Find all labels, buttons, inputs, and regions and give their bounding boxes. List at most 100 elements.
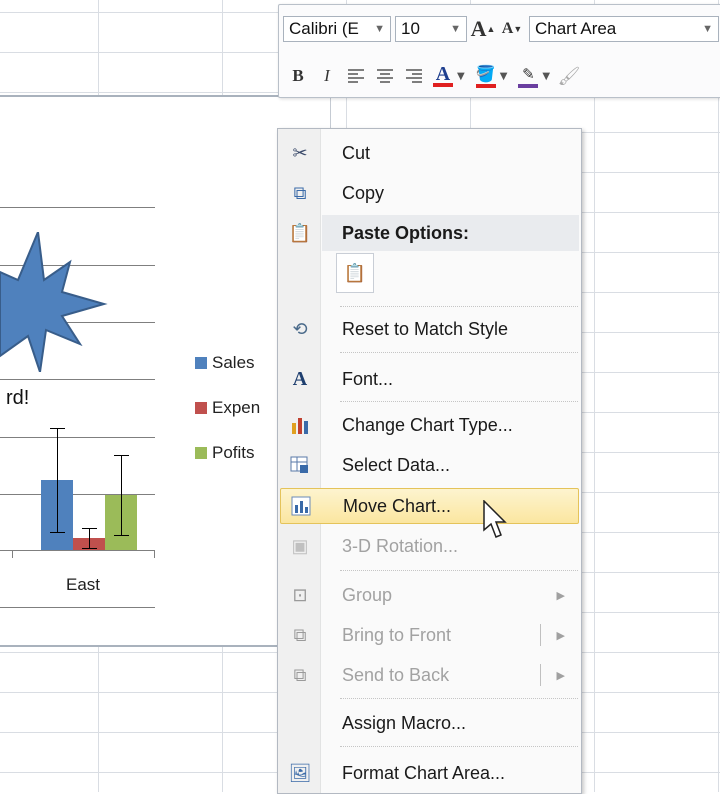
reset-style-icon: ⟲: [292, 318, 308, 339]
shrink-font-icon: A: [501, 20, 514, 37]
axis-tick: [12, 550, 13, 558]
outline-color-button[interactable]: ✎: [515, 63, 541, 89]
chevron-down-icon: ▼: [450, 23, 461, 35]
shrink-font-button[interactable]: A ▼: [499, 16, 525, 42]
error-bar: [89, 528, 90, 548]
mouse-cursor-icon: [483, 500, 507, 538]
menu-separator: [340, 401, 578, 402]
format-chart-area-icon: 🖼: [288, 762, 312, 783]
chart-elements-combo[interactable]: Chart Area ▼: [529, 16, 719, 42]
menu-item-cut[interactable]: ✂ Cut: [280, 135, 579, 171]
move-chart-icon: [281, 496, 321, 516]
menu-item-label: 3-D Rotation...: [342, 535, 459, 556]
split-divider: [540, 624, 541, 646]
menu-item-group[interactable]: ⊡ Group ▶: [280, 577, 579, 613]
menu-item-format-chart-area[interactable]: 🖼 Format Chart Area...: [280, 755, 579, 791]
font-color-button[interactable]: A: [430, 63, 456, 89]
chevron-down-icon[interactable]: ▼: [457, 71, 465, 82]
clipboard-icon: 📋: [343, 262, 367, 284]
font-name-value: Calibri (E: [289, 19, 359, 38]
fill-color-button[interactable]: 🪣: [473, 63, 499, 89]
submenu-arrow-icon: ▶: [556, 629, 565, 642]
error-bar-cap: [82, 548, 97, 549]
legend-swatch: [195, 357, 207, 369]
align-right-button[interactable]: [401, 63, 427, 89]
menu-item-label: Paste Options:: [342, 222, 470, 243]
font-color-icon: A: [435, 63, 451, 85]
menu-item-label: Cut: [342, 142, 371, 163]
pencil-icon: ✎: [522, 66, 535, 83]
legend-swatch: [195, 447, 207, 459]
category-label: East: [66, 575, 101, 594]
chart-element-value: Chart Area: [535, 19, 617, 38]
menu-item-reset-style[interactable]: ⟲ Reset to Match Style: [280, 311, 579, 347]
error-bar-cap: [114, 535, 129, 536]
chevron-down-icon[interactable]: ▼: [542, 71, 550, 82]
menu-item-move-chart[interactable]: Move Chart...: [280, 488, 579, 524]
paste-keep-formatting-button[interactable]: 📋: [336, 253, 374, 293]
split-divider: [540, 664, 541, 686]
menu-item-label: Change Chart Type...: [342, 414, 513, 435]
legend-swatch: [195, 402, 207, 414]
menu-item-label: Font...: [342, 368, 394, 389]
bold-button[interactable]: B: [285, 63, 311, 89]
legend-item-expenses: Expen: [195, 398, 260, 418]
menu-item-label: Assign Macro...: [342, 712, 467, 733]
menu-item-bring-to-front[interactable]: ⧉ Bring to Front ▶: [280, 617, 579, 653]
gridline: [0, 379, 155, 380]
error-bar: [57, 428, 58, 532]
chart-bottom-line: [0, 607, 155, 608]
error-bar-cap: [50, 532, 65, 533]
align-center-button[interactable]: [372, 63, 398, 89]
legend-label: Expen: [212, 398, 261, 417]
menu-item-assign-macro[interactable]: Assign Macro...: [280, 705, 579, 741]
bring-front-icon: ⧉: [293, 624, 307, 645]
format-painter-icon: 🖌: [557, 65, 581, 86]
copy-icon: ⧉: [293, 182, 307, 203]
legend-label: Sales: [212, 353, 255, 372]
align-right-icon: [406, 69, 422, 83]
submenu-arrow-icon: ▶: [556, 589, 565, 602]
legend-item-sales: Sales: [195, 353, 255, 373]
explosion-shape[interactable]: [0, 232, 110, 372]
menu-item-label: Move Chart...: [343, 495, 452, 516]
chevron-down-icon: ▼: [702, 23, 713, 35]
menu-item-label: Copy: [342, 182, 385, 203]
font-color-bar: [433, 83, 453, 87]
menu-item-label: Send to Back: [342, 664, 450, 685]
fill-color-bar: [475, 84, 496, 88]
menu-item-send-to-back[interactable]: ⧉ Send to Back ▶: [280, 657, 579, 693]
error-bar-cap: [114, 455, 129, 456]
font-name-combo[interactable]: Calibri (E ▼: [283, 16, 391, 42]
menu-item-change-chart-type[interactable]: Change Chart Type...: [280, 407, 579, 443]
italic-button[interactable]: I: [314, 63, 340, 89]
font-size-combo[interactable]: 10 ▼: [395, 16, 467, 42]
grow-font-button[interactable]: A ▲: [470, 16, 496, 42]
menu-item-label: Group: [342, 584, 393, 605]
menu-separator: [340, 746, 578, 747]
menu-item-3d-rotation[interactable]: ▣ 3-D Rotation...: [280, 528, 579, 564]
context-menu: ✂ Cut ⧉ Copy Paste Options: 📋 📋 ⟲ Reset …: [277, 128, 582, 794]
shape-text: rd!: [6, 387, 30, 409]
menu-item-select-data[interactable]: Select Data...: [280, 447, 579, 483]
menu-item-font[interactable]: A Font...: [280, 361, 579, 397]
select-data-icon: [280, 455, 320, 475]
paint-bucket-icon: 🪣: [475, 66, 496, 83]
menu-item-copy[interactable]: ⧉ Copy: [280, 175, 579, 211]
menu-item-label: Select Data...: [342, 454, 451, 475]
chart-type-icon: [280, 415, 320, 435]
menu-item-label: Reset to Match Style: [342, 318, 509, 339]
chevron-down-icon[interactable]: ▼: [500, 71, 508, 82]
align-left-icon: [348, 69, 364, 83]
scissors-icon: ✂: [292, 142, 308, 163]
grow-font-icon: A: [470, 16, 487, 41]
gridline: [0, 437, 155, 438]
menu-separator: [340, 570, 578, 571]
chevron-down-icon: ▼: [374, 23, 385, 35]
align-left-button[interactable]: [343, 63, 369, 89]
paste-icon: 📋: [288, 222, 312, 244]
legend-item-profits: Pofits: [195, 443, 255, 463]
paste-options-header: Paste Options:: [322, 215, 579, 251]
format-painter-button[interactable]: 🖌: [556, 63, 582, 89]
menu-item-label: Format Chart Area...: [342, 762, 506, 783]
